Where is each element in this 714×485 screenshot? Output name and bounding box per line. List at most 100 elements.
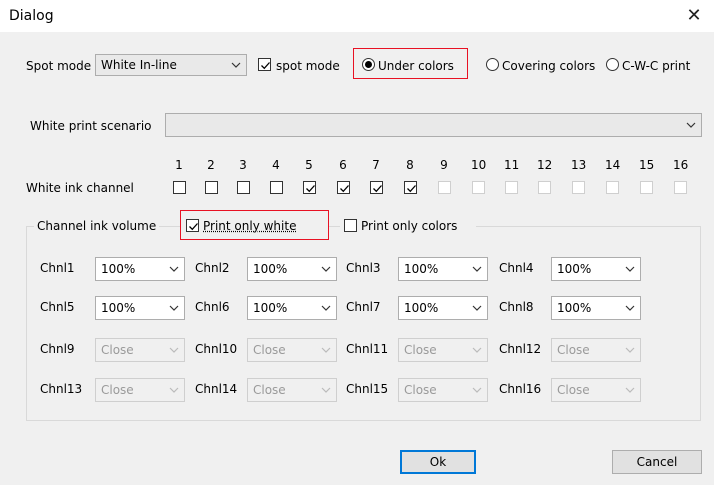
channel-label-2: Chnl2 xyxy=(195,261,230,275)
channel-volume-select-13[interactable]: Close xyxy=(95,378,185,402)
white-ink-channel-checkbox-3[interactable] xyxy=(237,181,250,194)
checkmark-icon xyxy=(261,62,270,70)
channel-volume-select-8[interactable]: 100% xyxy=(551,296,641,320)
print-only-white-label: Print only white xyxy=(203,219,297,233)
channel-volume-value-3: 100% xyxy=(404,262,439,276)
channel-volume-select-16[interactable]: Close xyxy=(551,378,641,402)
chevron-down-icon xyxy=(169,262,179,276)
white-ink-channel-checkbox-10[interactable] xyxy=(472,181,485,194)
white-ink-channel-checkbox-8[interactable] xyxy=(404,181,417,194)
channel-volume-value-15: Close xyxy=(404,383,437,397)
white-print-scenario-label: White print scenario xyxy=(30,119,152,133)
chevron-down-icon xyxy=(472,262,482,276)
channel-number-5: 5 xyxy=(305,158,313,172)
chevron-down-icon xyxy=(321,383,331,397)
channel-volume-value-4: 100% xyxy=(557,262,592,276)
channel-label-15: Chnl15 xyxy=(346,382,389,396)
white-ink-channel-checkbox-16[interactable] xyxy=(674,181,687,194)
channel-volume-value-2: 100% xyxy=(253,262,288,276)
channel-volume-value-5: 100% xyxy=(101,301,136,315)
channel-label-8: Chnl8 xyxy=(499,300,534,314)
channel-ink-volume-legend: Channel ink volume xyxy=(34,218,160,234)
white-ink-channel-checkbox-15[interactable] xyxy=(640,181,653,194)
channel-label-11: Chnl11 xyxy=(346,342,389,356)
chevron-down-icon xyxy=(625,383,635,397)
radio-dot xyxy=(365,61,372,68)
cancel-button[interactable]: Cancel xyxy=(612,450,702,474)
channel-volume-select-10[interactable]: Close xyxy=(247,338,337,362)
white-ink-channel-checkbox-11[interactable] xyxy=(505,181,518,194)
channel-number-14: 14 xyxy=(605,158,621,172)
white-ink-channel-checkbox-7[interactable] xyxy=(370,181,383,194)
radio-cwc-print[interactable] xyxy=(606,58,619,71)
channel-number-3: 3 xyxy=(239,158,247,172)
channel-label-5: Chnl5 xyxy=(40,300,75,314)
close-icon[interactable]: ✕ xyxy=(682,4,706,28)
print-only-colors-checkbox[interactable] xyxy=(344,219,357,232)
channel-volume-value-9: Close xyxy=(101,343,134,357)
checkmark-icon xyxy=(407,185,416,193)
chevron-down-icon xyxy=(625,262,635,276)
channel-number-10: 10 xyxy=(471,158,487,172)
ok-button[interactable]: Ok xyxy=(400,450,476,474)
channel-label-9: Chnl9 xyxy=(40,342,75,356)
channel-volume-value-12: Close xyxy=(557,343,590,357)
chevron-down-icon xyxy=(169,301,179,315)
channel-number-11: 11 xyxy=(504,158,520,172)
channel-label-10: Chnl10 xyxy=(195,342,238,356)
chevron-down-icon xyxy=(686,118,696,132)
channel-volume-value-14: Close xyxy=(253,383,286,397)
channel-label-16: Chnl16 xyxy=(499,382,542,396)
channel-volume-select-14[interactable]: Close xyxy=(247,378,337,402)
channel-number-2: 2 xyxy=(207,158,215,172)
spot-mode-select[interactable]: White In-line xyxy=(95,54,247,76)
channel-volume-select-2[interactable]: 100% xyxy=(247,257,337,281)
white-ink-channel-checkbox-6[interactable] xyxy=(337,181,350,194)
channel-label-14: Chnl14 xyxy=(195,382,238,396)
white-ink-channel-checkbox-12[interactable] xyxy=(538,181,551,194)
channel-volume-select-15[interactable]: Close xyxy=(398,378,488,402)
channel-volume-value-13: Close xyxy=(101,383,134,397)
channel-volume-select-1[interactable]: 100% xyxy=(95,257,185,281)
channel-label-1: Chnl1 xyxy=(40,261,75,275)
chevron-down-icon xyxy=(321,262,331,276)
channel-volume-select-9[interactable]: Close xyxy=(95,338,185,362)
channel-volume-select-3[interactable]: 100% xyxy=(398,257,488,281)
spot-mode-checkbox[interactable] xyxy=(258,58,271,71)
channel-number-1: 1 xyxy=(175,158,183,172)
channel-number-6: 6 xyxy=(339,158,347,172)
white-print-scenario-select[interactable] xyxy=(165,113,702,137)
channel-volume-select-11[interactable]: Close xyxy=(398,338,488,362)
chevron-down-icon xyxy=(231,58,241,72)
checkmark-icon xyxy=(306,185,315,193)
channel-volume-select-6[interactable]: 100% xyxy=(247,296,337,320)
spot-mode-label: Spot mode xyxy=(26,59,92,73)
white-ink-channel-checkbox-13[interactable] xyxy=(572,181,585,194)
channel-number-7: 7 xyxy=(372,158,380,172)
radio-covering-colors[interactable] xyxy=(486,58,499,71)
channel-number-13: 13 xyxy=(571,158,587,172)
white-ink-channel-checkbox-14[interactable] xyxy=(606,181,619,194)
white-ink-channel-checkbox-4[interactable] xyxy=(270,181,283,194)
radio-under-colors[interactable] xyxy=(362,58,375,71)
white-ink-channel-checkbox-5[interactable] xyxy=(303,181,316,194)
white-ink-channel-label: White ink channel xyxy=(26,181,134,195)
channel-volume-value-1: 100% xyxy=(101,262,136,276)
chevron-down-icon xyxy=(472,383,482,397)
channel-volume-value-7: 100% xyxy=(404,301,439,315)
white-ink-channel-checkbox-1[interactable] xyxy=(173,181,186,194)
channel-volume-select-12[interactable]: Close xyxy=(551,338,641,362)
channel-number-12: 12 xyxy=(537,158,553,172)
channel-volume-select-7[interactable]: 100% xyxy=(398,296,488,320)
channel-volume-select-4[interactable]: 100% xyxy=(551,257,641,281)
checkmark-icon xyxy=(373,185,382,193)
white-ink-channel-checkbox-2[interactable] xyxy=(205,181,218,194)
dialog-title: Dialog xyxy=(9,8,54,24)
channel-volume-select-5[interactable]: 100% xyxy=(95,296,185,320)
white-ink-channel-checkbox-9[interactable] xyxy=(438,181,451,194)
channel-volume-value-8: 100% xyxy=(557,301,592,315)
channel-label-6: Chnl6 xyxy=(195,300,230,314)
print-only-white-checkbox[interactable] xyxy=(186,219,199,232)
chevron-down-icon xyxy=(169,383,179,397)
spot-mode-checkbox-label: spot mode xyxy=(276,59,340,73)
